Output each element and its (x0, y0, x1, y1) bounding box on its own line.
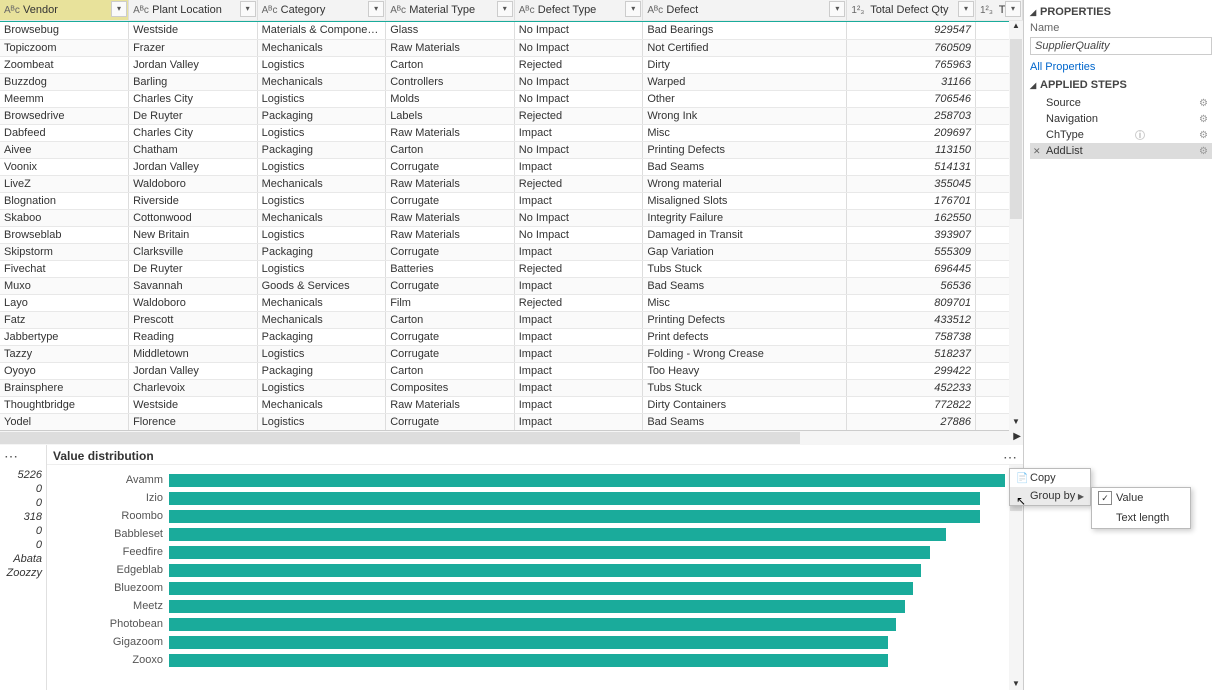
column-header[interactable]: Aᴮc Plant Location▾ (129, 0, 258, 20)
column-header[interactable]: Aᴮc Defect▾ (643, 0, 847, 20)
table-row[interactable]: SkabooCottonwoodMechanicalsRaw Materials… (0, 209, 1023, 226)
type-icon: Aᴮc (519, 5, 535, 16)
data-grid[interactable]: Aᴮc Vendor▾Aᴮc Plant Location▾Aᴮc Catego… (0, 0, 1023, 431)
table-row[interactable]: TazzyMiddletownLogisticsCorrugateImpactF… (0, 345, 1023, 362)
submenu-text-length[interactable]: Text length (1092, 508, 1190, 528)
table-row[interactable]: JabbertypeReadingPackagingCorrugateImpac… (0, 328, 1023, 345)
applied-steps-header[interactable]: ◢APPLIED STEPS (1030, 77, 1212, 93)
table-row[interactable]: BlognationRiversideLogisticsCorrugateImp… (0, 192, 1023, 209)
table-row[interactable]: OyoyoJordan ValleyPackagingCartonImpactT… (0, 362, 1023, 379)
table-row[interactable]: DabfeedCharles CityLogisticsRaw Material… (0, 124, 1023, 141)
bar-row: Photobean (47, 615, 1005, 633)
table-row[interactable]: BrowseblabNew BritainLogisticsRaw Materi… (0, 226, 1023, 243)
properties-header[interactable]: ◢PROPERTIES (1030, 4, 1212, 20)
delete-step-icon[interactable]: ✕ (1033, 146, 1041, 157)
gear-icon[interactable]: ⚙ (1199, 98, 1208, 109)
filter-dropdown-icon[interactable]: ▾ (240, 1, 256, 17)
table-row[interactable]: FivechatDe RuyterLogisticsBatteriesRejec… (0, 260, 1023, 277)
column-header[interactable]: 1²₃ Total Do…▾ (975, 0, 1022, 20)
checkbox-checked-icon: ✓ (1098, 491, 1112, 505)
type-icon: Aᴮc (390, 5, 406, 16)
applied-step[interactable]: ✕AddList⚙ (1030, 143, 1212, 159)
bar-row: Edgeblab (47, 561, 1005, 579)
table-row[interactable]: TopiczoomFrazerMechanicalsRaw MaterialsN… (0, 39, 1023, 56)
bar-row: Babbleset (47, 525, 1005, 543)
copy-icon: 📄 (1016, 473, 1030, 484)
bar-row: Bluezoom (47, 579, 1005, 597)
name-field[interactable] (1030, 37, 1212, 55)
bar-row: Gigazoom (47, 633, 1005, 651)
submenu-value[interactable]: ✓Value (1092, 488, 1190, 508)
filter-dropdown-icon[interactable]: ▾ (497, 1, 513, 17)
type-icon: 1²₃ (851, 5, 867, 16)
bar-row: Feedfire (47, 543, 1005, 561)
value-distribution-title: Value distribution (47, 445, 1023, 465)
bar-row: Roombo (47, 507, 1005, 525)
type-icon: Aᴮc (262, 5, 278, 16)
gear-icon[interactable]: ⚙ (1199, 146, 1208, 157)
menu-copy[interactable]: 📄Copy (1010, 469, 1090, 487)
filter-dropdown-icon[interactable]: ▾ (1005, 1, 1021, 17)
filter-dropdown-icon[interactable]: ▾ (829, 1, 845, 17)
table-row[interactable]: AiveeChathamPackagingCartonNo ImpactPrin… (0, 141, 1023, 158)
filter-dropdown-icon[interactable]: ▾ (111, 1, 127, 17)
table-row[interactable]: ThoughtbridgeWestsideMechanicalsRaw Mate… (0, 396, 1023, 413)
table-row[interactable]: LayoWaldoboroMechanicalsFilmRejectedMisc… (0, 294, 1023, 311)
column-header[interactable]: Aᴮc Defect Type▾ (514, 0, 643, 20)
filter-dropdown-icon[interactable]: ▾ (368, 1, 384, 17)
column-stats: ⋯ 52260031800AbataZoozzy (0, 445, 46, 690)
column-header[interactable]: Aᴮc Material Type▾ (386, 0, 515, 20)
column-header[interactable]: Aᴮc Vendor▾ (0, 0, 129, 20)
chevron-right-icon: ▶ (1078, 492, 1084, 501)
gear-icon[interactable]: ⚙ (1199, 130, 1208, 141)
table-row[interactable]: BrowsebugWestsideMaterials & ComponentsG… (0, 22, 1023, 39)
cursor-icon: ↖ (1016, 494, 1026, 508)
value-distribution-chart: AvammIzioRoomboBabblesetFeedfireEdgeblab… (47, 465, 1023, 673)
name-label: Name (1030, 20, 1212, 34)
table-row[interactable]: ZoombeatJordan ValleyLogisticsCartonReje… (0, 56, 1023, 73)
type-icon: Aᴮc (647, 5, 663, 16)
table-row[interactable]: MeemmCharles CityLogisticsMoldsNo Impact… (0, 90, 1023, 107)
column-header[interactable]: 1²₃ Total Defect Qty▾ (847, 0, 976, 20)
all-properties-link[interactable]: All Properties (1030, 55, 1212, 77)
info-icon[interactable]: i (1135, 130, 1145, 140)
column-header[interactable]: Aᴮc Category▾ (257, 0, 386, 20)
filter-dropdown-icon[interactable]: ▾ (958, 1, 974, 17)
table-row[interactable]: BrowsedriveDe RuyterPackagingLabelsRejec… (0, 107, 1023, 124)
bar-row: Izio (47, 489, 1005, 507)
table-row[interactable]: SkipstormClarksvillePackagingCorrugateIm… (0, 243, 1023, 260)
type-icon: 1²₃ (980, 5, 996, 16)
bar-row: Avamm (47, 471, 1005, 489)
table-row[interactable]: LiveZWaldoboroMechanicalsRaw MaterialsRe… (0, 175, 1023, 192)
gear-icon[interactable]: ⚙ (1199, 114, 1208, 125)
vertical-scrollbar[interactable]: ▲▼ (1009, 21, 1023, 431)
table-row[interactable]: VoonixJordan ValleyLogisticsCorrugateImp… (0, 158, 1023, 175)
table-row[interactable]: FatzPrescottMechanicalsCartonImpactPrint… (0, 311, 1023, 328)
table-row[interactable]: BrainsphereCharlevoixLogisticsComposites… (0, 379, 1023, 396)
applied-step[interactable]: ChTypei⚙ (1030, 127, 1212, 143)
bar-row: Meetz (47, 597, 1005, 615)
table-row[interactable]: YodelFlorenceLogisticsCorrugateImpactBad… (0, 413, 1023, 430)
applied-step[interactable]: Source⚙ (1030, 95, 1212, 111)
table-row[interactable]: MuxoSavannahGoods & ServicesCorrugateImp… (0, 277, 1023, 294)
table-row[interactable]: BuzzdogBarlingMechanicalsControllersNo I… (0, 73, 1023, 90)
horizontal-scrollbar[interactable]: ▶ (0, 431, 1023, 445)
type-icon: Aᴮc (4, 5, 20, 16)
stats-more-icon[interactable]: ⋯ (4, 447, 42, 467)
type-icon: Aᴮc (133, 5, 149, 16)
filter-dropdown-icon[interactable]: ▾ (625, 1, 641, 17)
submenu[interactable]: ✓Value Text length (1091, 487, 1191, 529)
bar-row: Zooxo (47, 651, 1005, 669)
applied-step[interactable]: Navigation⚙ (1030, 111, 1212, 127)
